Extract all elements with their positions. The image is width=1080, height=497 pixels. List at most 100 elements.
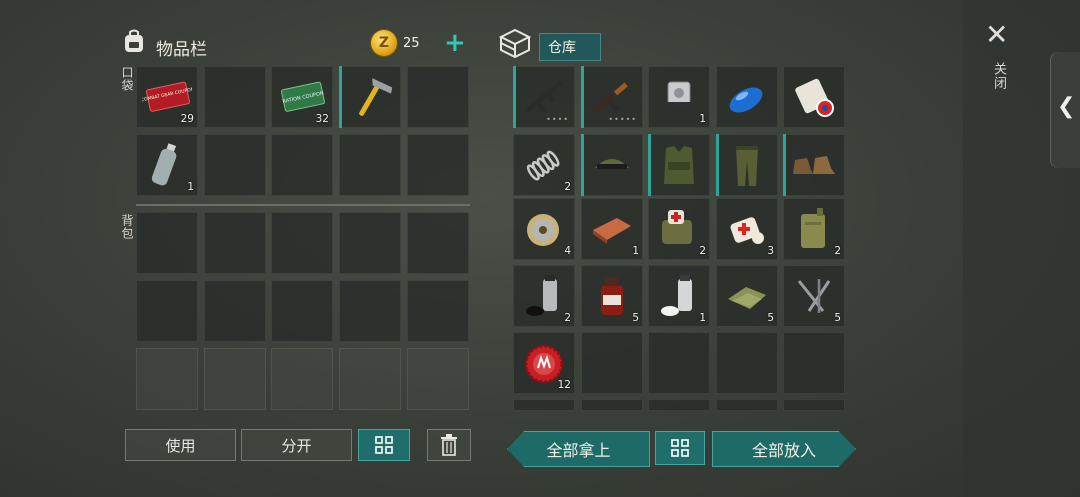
warehouse-slot[interactable]: 12 [513, 332, 575, 394]
warehouse-sort-grid-button[interactable] [655, 431, 705, 465]
spray-can-white-icon [661, 275, 692, 316]
backpack-slot[interactable] [339, 280, 401, 342]
warehouse-slot[interactable] [581, 332, 643, 394]
warehouse-slot[interactable]: 4 [513, 198, 575, 260]
item-count: 1 [632, 245, 639, 257]
item-count: 12 [557, 379, 571, 391]
side-panel-tab[interactable]: ❮ [1050, 52, 1080, 168]
durability-dots: •••• [546, 115, 569, 124]
item-count: 2 [834, 245, 841, 257]
engine-part-icon [666, 81, 692, 108]
item-count: 5 [767, 312, 774, 324]
warehouse-slot[interactable]: •••• [513, 66, 575, 128]
warehouse-slot[interactable] [783, 66, 845, 128]
warehouse-slot[interactable] [648, 134, 710, 196]
pocket-slot-1[interactable]: COMBAT GEAR COUPON 29 [136, 66, 198, 128]
warehouse-slot-partial[interactable] [648, 399, 710, 411]
fuel-tank-icon [729, 87, 763, 113]
warehouse-slot[interactable]: 5 [783, 265, 845, 327]
item-count: 32 [315, 113, 329, 125]
grid-icon [671, 439, 689, 457]
durability-dots: ••••• [608, 115, 637, 124]
boots-icon [793, 156, 835, 174]
backpack-icon [121, 28, 147, 54]
pocket-slot-4[interactable] [339, 66, 401, 128]
warehouse-slot[interactable]: 5 [716, 265, 778, 327]
warehouse-slot[interactable] [648, 332, 710, 394]
pocket-slot-5[interactable] [407, 66, 469, 128]
warehouse-slot-partial[interactable] [716, 399, 778, 411]
backpack-label: 背包 [120, 214, 134, 240]
trash-icon [441, 434, 457, 456]
warehouse-slot[interactable]: 2 [783, 198, 845, 260]
item-count: 4 [564, 245, 571, 257]
warehouse-icon [497, 27, 533, 59]
item-count: 1 [187, 181, 194, 193]
paper-roll-icon [795, 78, 834, 117]
backpack-slot[interactable] [271, 212, 333, 274]
sort-grid-button[interactable] [358, 429, 410, 461]
warehouse-slot[interactable] [716, 332, 778, 394]
use-button[interactable]: 使用 [125, 429, 236, 461]
pocket-slot-3[interactable]: RATION COUPON 32 [271, 66, 333, 128]
inventory-title: 物品栏 [156, 40, 207, 60]
warehouse-slot-partial[interactable] [783, 399, 845, 411]
warehouse-slot-partial[interactable] [581, 399, 643, 411]
warehouse-slot[interactable] [581, 134, 643, 196]
add-coins-button[interactable]: + [444, 30, 466, 56]
backpack-slot-locked [271, 348, 333, 410]
pocket-slot-6[interactable]: 1 [136, 134, 198, 196]
pocket-label: 口袋 [120, 66, 134, 92]
warehouse-slot[interactable] [783, 134, 845, 196]
camo-pants-icon [736, 146, 758, 186]
put-all-button[interactable]: 全部放入 [712, 431, 856, 467]
warehouse-slot[interactable] [783, 332, 845, 394]
close-icon[interactable]: ✕ [985, 18, 1008, 51]
warehouse-slot[interactable]: 5 [581, 265, 643, 327]
warehouse-slot[interactable]: 2 [648, 198, 710, 260]
close-label[interactable]: 关闭 [989, 62, 1008, 90]
water-bottle-icon [151, 143, 177, 186]
nails-icon [797, 279, 831, 313]
warehouse-slot[interactable]: 3 [716, 198, 778, 260]
coin-count: 25 [403, 36, 420, 51]
backpack-slot-locked [407, 348, 469, 410]
jerrycan-icon [801, 208, 825, 248]
trash-button[interactable] [427, 429, 471, 461]
backpack-slot[interactable] [407, 280, 469, 342]
take-all-button[interactable]: 全部拿上 [507, 431, 650, 467]
pocket-slot-8[interactable] [271, 134, 333, 196]
grid-icon [375, 436, 393, 454]
pocket-slot-10[interactable] [407, 134, 469, 196]
backpack-slot[interactable] [204, 280, 266, 342]
section-divider [136, 204, 470, 206]
bandage-icon [730, 217, 764, 244]
take-all-label: 全部拿上 [546, 441, 611, 460]
backpack-slot[interactable] [136, 212, 198, 274]
warehouse-slot[interactable]: 2 [513, 265, 575, 327]
warehouse-slot[interactable]: 1 [648, 66, 710, 128]
cloth-icon [728, 287, 766, 309]
warehouse-slot[interactable]: 1 [581, 198, 643, 260]
warehouse-slot[interactable]: 1 [648, 265, 710, 327]
warehouse-slot[interactable] [716, 66, 778, 128]
pocket-slot-9[interactable] [339, 134, 401, 196]
backpack-slot[interactable] [204, 212, 266, 274]
backpack-slot[interactable] [136, 280, 198, 342]
pocket-slot-7[interactable] [204, 134, 266, 196]
item-count: 3 [767, 245, 774, 257]
put-all-label: 全部放入 [751, 441, 816, 460]
split-button[interactable]: 分开 [241, 429, 352, 461]
warehouse-slot[interactable]: ••••• [581, 66, 643, 128]
camo-vest-icon [664, 146, 694, 184]
warehouse-slot[interactable]: 2 [513, 134, 575, 196]
backpack-slot[interactable] [339, 212, 401, 274]
pocket-slot-2[interactable] [204, 66, 266, 128]
backpack-slot-locked [204, 348, 266, 410]
warehouse-slot-partial[interactable] [513, 399, 575, 411]
warehouse-slot[interactable] [716, 134, 778, 196]
item-count: 2 [564, 312, 571, 324]
warehouse-tab[interactable]: 仓库 [539, 33, 601, 61]
backpack-slot[interactable] [407, 212, 469, 274]
backpack-slot[interactable] [271, 280, 333, 342]
